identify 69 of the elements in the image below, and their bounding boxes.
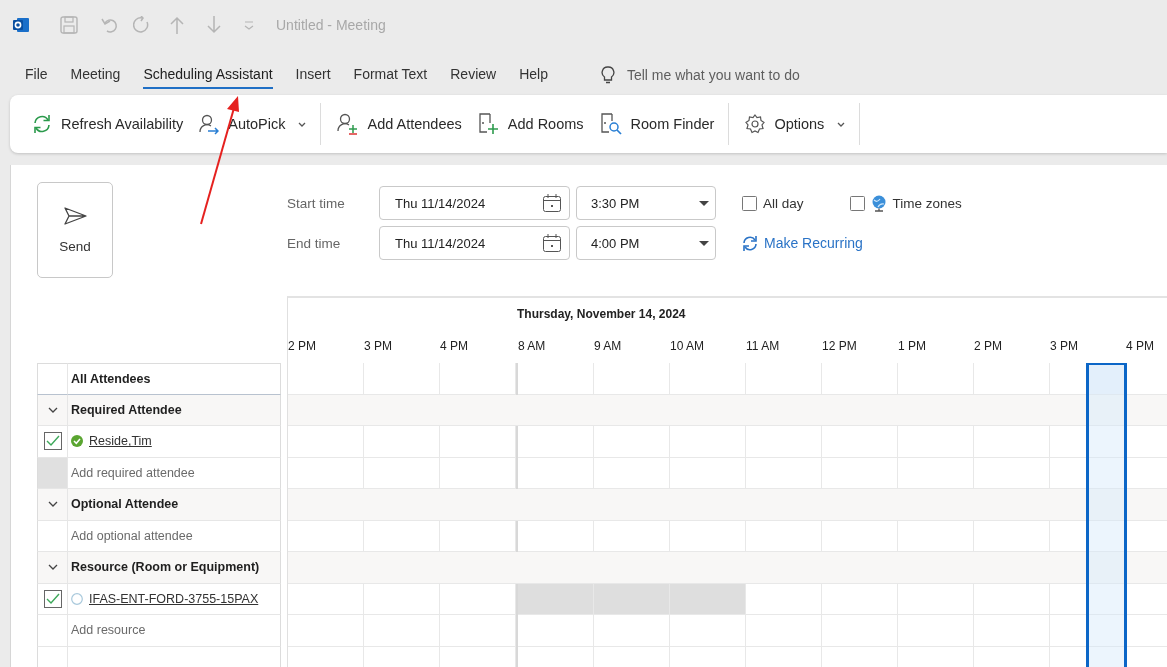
date-field[interactable]: Thu 11/14/2024 <box>379 186 570 220</box>
group-header: Optional Attendee <box>68 489 281 521</box>
ribbon-button[interactable]: Add Attendees <box>329 107 470 141</box>
ribbon-button[interactable]: Refresh Availability <box>24 108 192 140</box>
ribbon-button[interactable]: Room Finder <box>591 107 723 141</box>
hour-label: 2 PM <box>288 339 317 353</box>
send-button[interactable]: Send <box>37 182 113 278</box>
hour-label: 1 PM <box>898 339 927 353</box>
menu-tab[interactable]: Scheduling Assistant <box>143 60 273 89</box>
send-icon <box>63 206 87 225</box>
globe-icon <box>870 194 887 212</box>
hour-label: 2 PM <box>974 339 1003 353</box>
ribbon-button[interactable]: AutoPick <box>191 107 315 141</box>
time-dropdown[interactable]: 3:30 PM <box>576 186 716 220</box>
search-field[interactable]: Tell me what you want to do <box>626 66 800 83</box>
app-logo-icon <box>13 17 29 33</box>
date-heading: Thursday, November 14, 2024 <box>517 307 686 321</box>
date-field[interactable]: Thu 11/14/2024 <box>379 226 570 260</box>
checkbox[interactable] <box>43 589 62 608</box>
chevron-down-icon[interactable] <box>47 406 58 413</box>
chevron-down-icon[interactable] <box>47 564 58 571</box>
chevron-down-icon[interactable] <box>47 501 58 508</box>
recurring-icon <box>742 234 758 252</box>
menu-tab[interactable]: Format Text <box>353 60 428 89</box>
checkbox-label: Time zones <box>892 195 962 211</box>
hour-label: 12 PM <box>822 339 858 353</box>
hour-label: 4 PM <box>1126 339 1155 353</box>
ribbon-button[interactable]: Options <box>737 108 854 140</box>
checkbox[interactable] <box>849 195 865 211</box>
refresh-icon <box>32 114 52 134</box>
window-title: Untitled - Meeting <box>276 17 386 33</box>
field-label: Start time <box>287 195 346 211</box>
person-arrow-icon <box>199 113 220 135</box>
add-room-icon <box>477 113 499 135</box>
hour-label: 3 PM <box>364 339 393 353</box>
input-field[interactable]: Add resource <box>68 615 281 647</box>
menu-tab[interactable]: Meeting <box>70 60 121 89</box>
ribbon-button[interactable]: Add Rooms <box>469 107 592 141</box>
checkbox-label: All day <box>763 195 804 211</box>
settings-icon <box>745 114 766 134</box>
column-header: All Attendees <box>68 363 281 395</box>
chevron-down-icon <box>837 121 846 127</box>
hour-label: 3 PM <box>1050 339 1079 353</box>
chevron-down-icon <box>298 121 307 127</box>
checkbox[interactable] <box>742 195 757 211</box>
group-header: Resource (Room or Equipment) <box>68 552 281 584</box>
field-label: End time <box>287 235 342 251</box>
add-person-icon <box>337 113 359 135</box>
hour-label: 11 AM <box>746 339 781 353</box>
make-recurring-link[interactable]: Make Recurring <box>742 234 863 252</box>
menu-tab[interactable]: Insert <box>295 60 331 89</box>
hour-label: 4 PM <box>440 339 469 353</box>
time-dropdown[interactable]: 4:00 PM <box>576 226 716 260</box>
lightbulb-icon[interactable] <box>600 65 615 84</box>
room-search-icon <box>599 113 622 135</box>
hour-label: 9 AM <box>594 339 623 353</box>
group-header: Required Attendee <box>68 394 281 426</box>
dropdown-arrow-icon <box>699 240 709 246</box>
hour-label: 8 AM <box>518 339 547 353</box>
attendee-link[interactable]: IFAS-ENT-FORD-3755-15PAX <box>89 591 259 606</box>
checkbox[interactable] <box>43 432 62 451</box>
dropdown-arrow-icon <box>699 200 709 206</box>
menu-tab[interactable]: Review <box>450 60 497 89</box>
hour-label: 10 AM <box>670 339 706 353</box>
calendar-icon <box>543 194 561 212</box>
attendee-link[interactable]: Reside,Tim <box>89 434 152 449</box>
menu-tab[interactable]: Help <box>519 60 548 89</box>
calendar-icon <box>543 234 561 252</box>
menu-tab[interactable]: File <box>25 60 48 89</box>
